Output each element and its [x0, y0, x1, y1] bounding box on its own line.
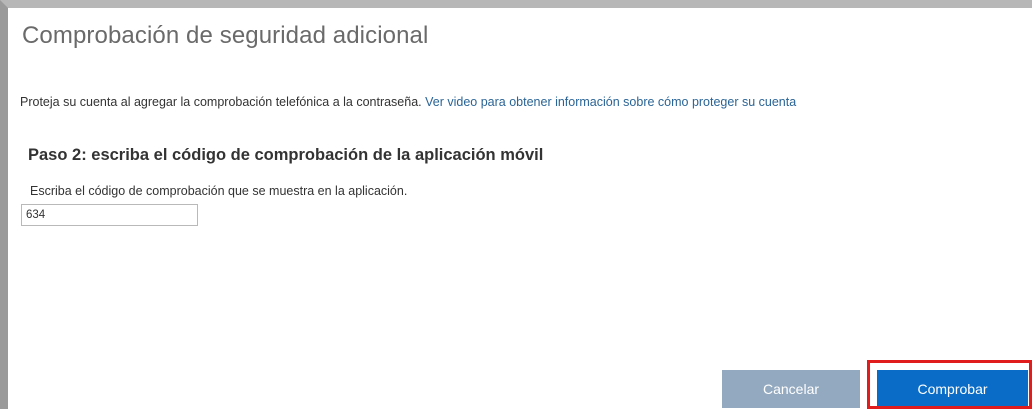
cancel-button[interactable]: Cancelar: [722, 370, 860, 408]
verification-code-input[interactable]: [21, 204, 198, 226]
verify-button[interactable]: Comprobar: [877, 370, 1028, 408]
intro-text: Proteja su cuenta al agregar la comproba…: [20, 95, 796, 109]
step-heading: Paso 2: escriba el código de comprobació…: [28, 146, 544, 164]
intro-description: Proteja su cuenta al agregar la comproba…: [20, 95, 422, 109]
step-instruction: Escriba el código de comprobación que se…: [30, 184, 408, 198]
info-video-link[interactable]: Ver video para obtener información sobre…: [425, 95, 796, 109]
page-title: Comprobación de seguridad adicional: [22, 22, 429, 49]
